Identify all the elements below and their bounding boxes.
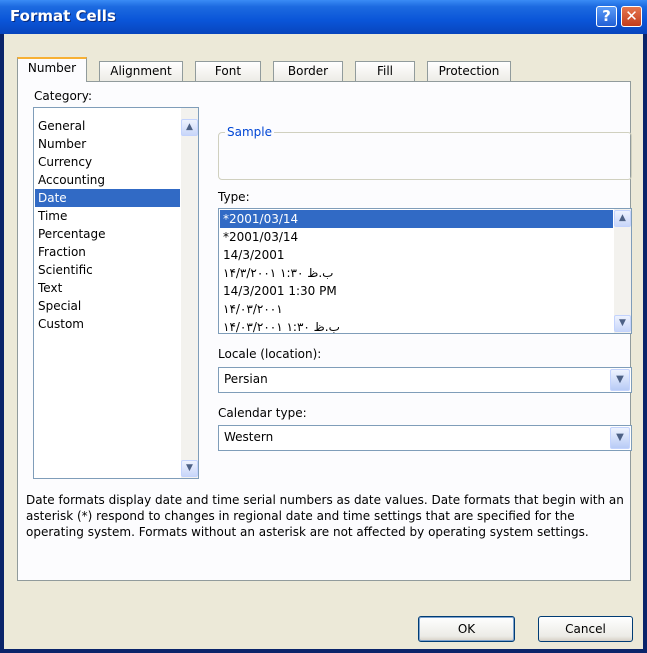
type-item[interactable]: ۱۴/۳/۲۰۰۱ ۱:۳۰ ب.ظ [220,264,613,282]
calendar-dropdown[interactable]: Western ▼ [218,425,632,451]
sample-label: Sample [225,125,274,139]
category-item-fraction[interactable]: Fraction [35,243,180,261]
scroll-down-icon[interactable]: ▼ [614,315,631,332]
category-scrollbar[interactable]: ▲ ▼ [181,108,198,478]
sample-group: Sample [218,125,632,180]
locale-dropdown[interactable]: Persian ▼ [218,367,632,393]
format-cells-dialog: Format Cells ? ✕ Number Alignment Font B… [0,0,647,653]
type-item[interactable]: 14/3/2001 1:30 PM [220,282,613,300]
category-item-percentage[interactable]: Percentage [35,225,180,243]
category-item-text[interactable]: Text [35,279,180,297]
type-item[interactable]: ۱۴/۰۳/۲۰۰۱ [220,300,613,318]
category-item-general[interactable]: General [35,117,180,135]
scroll-down-icon[interactable]: ▼ [181,460,198,477]
number-tab-panel: Category: General Number Currency Accoun… [17,81,632,581]
category-label: Category: [34,89,92,103]
category-item-accounting[interactable]: Accounting [35,171,180,189]
tab-number[interactable]: Number [17,57,87,82]
dialog-body: Number Alignment Font Border Fill Protec… [4,34,643,649]
category-item-currency[interactable]: Currency [35,153,180,171]
ok-button[interactable]: OK [418,616,515,642]
category-item-date[interactable]: Date [35,189,180,207]
category-item-scientific[interactable]: Scientific [35,261,180,279]
type-item[interactable]: 14/3/2001 [220,246,613,264]
cancel-button[interactable]: Cancel [538,616,633,642]
type-item[interactable]: *2001/03/14 [220,210,613,228]
tab-alignment[interactable]: Alignment [99,61,183,82]
help-icon[interactable]: ? [596,6,617,27]
type-item[interactable]: *2001/03/14 [220,228,613,246]
category-item-special[interactable]: Special [35,297,180,315]
category-item-time[interactable]: Time [35,207,180,225]
type-item[interactable]: ۱۴/۰۳/۲۰۰۱ ۱:۳۰ ب.ظ [220,318,613,333]
window-title: Format Cells [10,7,116,25]
format-description: Date formats display date and time seria… [26,493,624,539]
calendar-value: Western [224,430,274,444]
locale-label: Locale (location): [218,347,322,361]
locale-value: Persian [224,372,268,386]
scroll-up-icon[interactable]: ▲ [614,210,631,227]
category-item-custom[interactable]: Custom [35,315,180,333]
tab-font[interactable]: Font [195,61,261,82]
chevron-down-icon[interactable]: ▼ [610,369,630,391]
type-scrollbar[interactable]: ▲ ▼ [614,209,631,333]
close-icon[interactable]: ✕ [621,6,642,27]
tab-fill[interactable]: Fill [355,61,415,82]
calendar-label: Calendar type: [218,406,307,420]
tab-border[interactable]: Border [273,61,343,82]
chevron-down-icon[interactable]: ▼ [610,427,630,449]
type-label: Type: [218,190,250,204]
category-list[interactable]: General Number Currency Accounting Date … [33,107,199,479]
title-bar[interactable]: Format Cells ? ✕ [0,0,647,34]
tab-protection[interactable]: Protection [427,61,511,82]
scroll-up-icon[interactable]: ▲ [181,119,198,136]
type-list[interactable]: *2001/03/14 *2001/03/14 14/3/2001 ۱۴/۳/۲… [218,208,632,334]
category-item-number[interactable]: Number [35,135,180,153]
